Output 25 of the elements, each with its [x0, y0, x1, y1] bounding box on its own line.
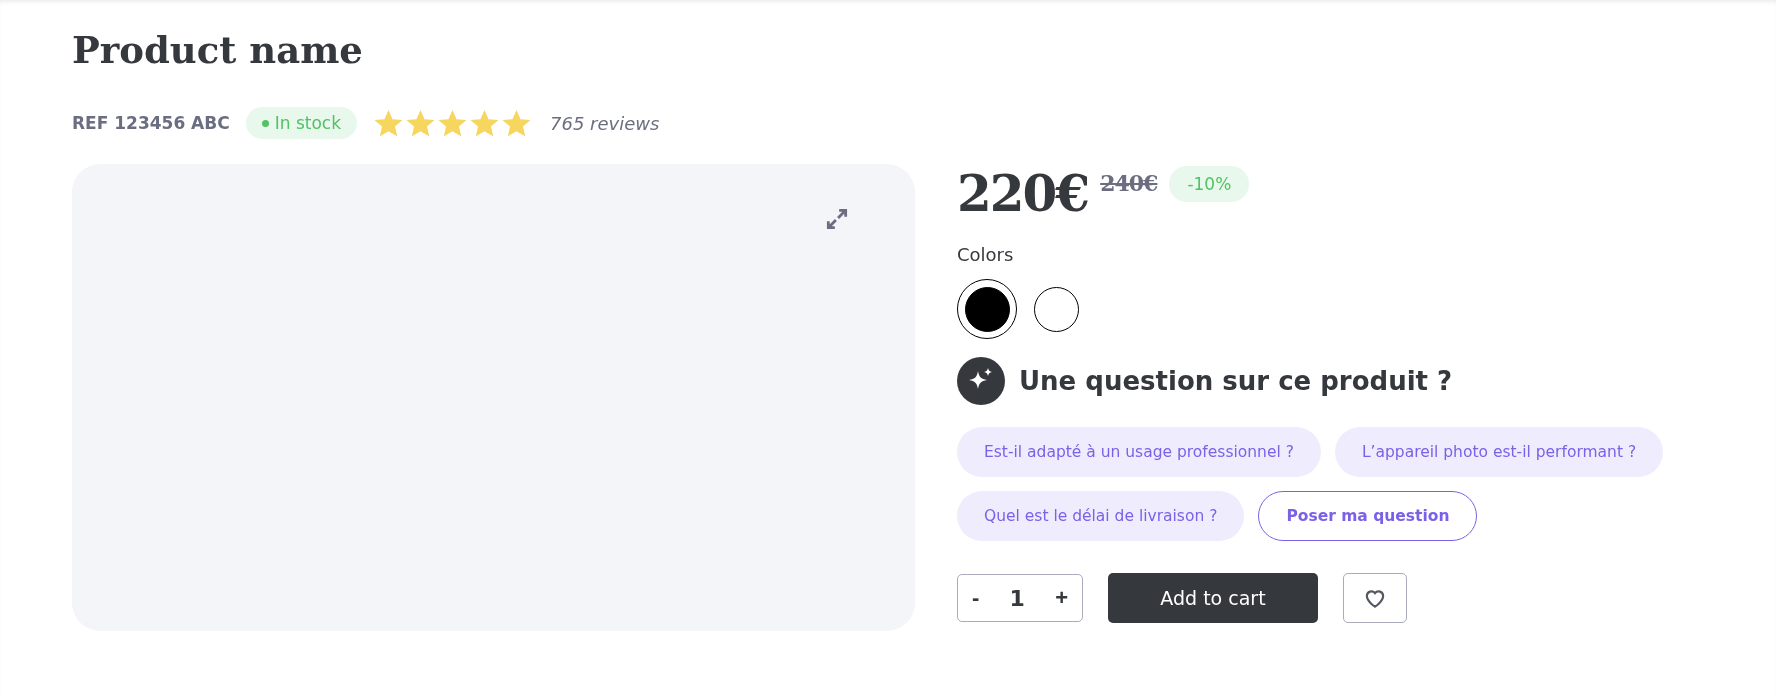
stock-badge: In stock [245, 107, 358, 139]
colors-label: Colors [957, 244, 1015, 265]
quantity-value: 1 [1009, 585, 1025, 611]
wishlist-button[interactable] [1343, 573, 1407, 623]
decrease-button[interactable]: - [966, 585, 986, 611]
star-icon [501, 107, 533, 139]
product-title: Product name [72, 28, 364, 72]
star-icon [405, 107, 437, 139]
increase-button[interactable]: + [1049, 585, 1074, 611]
old-price: 240€ [1100, 170, 1158, 196]
star-icon [373, 107, 405, 139]
star-icon [437, 107, 469, 139]
question-chip[interactable]: Est-il adapté à un usage professionnel ? [957, 427, 1321, 477]
product-reference: REF 123456 ABC [72, 113, 230, 133]
question-chip[interactable]: Quel est le délai de livraison ? [957, 491, 1245, 541]
discount-badge: -10% [1169, 166, 1250, 202]
sparkle-icon [957, 357, 1005, 405]
add-to-cart-button[interactable]: Add to cart [1108, 573, 1318, 623]
question-heading: Une question sur ce produit ? [1019, 366, 1453, 396]
ask-question-button[interactable]: Poser ma question [1258, 491, 1478, 541]
review-count[interactable]: 765 reviews [550, 112, 660, 134]
question-chip[interactable]: L’appareil photo est-il performant ? [1334, 427, 1664, 477]
price: 220€ [957, 164, 1089, 224]
star-icon [469, 107, 501, 139]
expand-icon[interactable] [824, 206, 850, 232]
